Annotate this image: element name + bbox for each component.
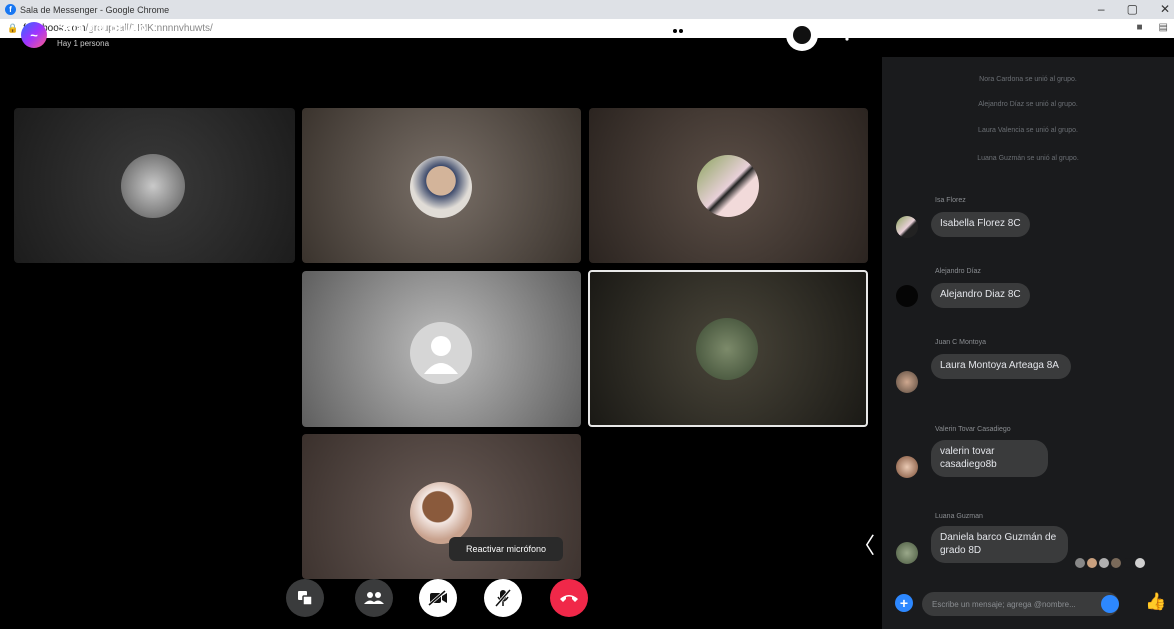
- message-bubble[interactable]: Laura Montoya Arteaga 8A: [931, 354, 1071, 379]
- minimize-button[interactable]: –: [1098, 2, 1105, 16]
- read-receipt-avatar: [1087, 558, 1097, 568]
- mic-muted-icon: [495, 589, 511, 607]
- screen-share-icon[interactable]: [709, 25, 723, 39]
- system-message: Laura Valencia se unió al grupo.: [978, 127, 1078, 134]
- video-tile-3[interactable]: [589, 108, 868, 263]
- message-sender: Luana Guzman: [935, 513, 983, 520]
- effects-icon[interactable]: [669, 25, 687, 37]
- video-tile-2[interactable]: [302, 108, 581, 263]
- system-message: Nora Cardona se unió al grupo.: [979, 76, 1077, 83]
- more-icon[interactable]: [845, 25, 849, 41]
- read-receipt-avatar: [1135, 558, 1145, 568]
- participant-avatar: [410, 156, 472, 218]
- gallery-icon: [298, 591, 313, 606]
- read-receipt-avatar: [1099, 558, 1109, 568]
- video-tile-5-active-speaker[interactable]: [588, 270, 868, 427]
- read-receipt-avatar: [1075, 558, 1085, 568]
- message-sender: Valerin Tovar Casadiego: [935, 426, 1011, 433]
- title-row: f Sala de Messenger - Google Chrome – ▢ …: [0, 0, 1174, 19]
- video-switch-icon[interactable]: [752, 25, 770, 37]
- microphone-toggle-button[interactable]: [484, 579, 522, 617]
- chat-panel: Nora Cardona se unió al grupo. Alejandro…: [882, 57, 1174, 629]
- video-tile-1[interactable]: [14, 108, 295, 263]
- message-sender: Isa Florez: [935, 197, 966, 204]
- system-message: Luana Guzmán se unió al grupo.: [977, 155, 1079, 162]
- end-call-icon: [560, 595, 578, 602]
- gallery-view-button[interactable]: [286, 579, 324, 617]
- sender-avatar[interactable]: [896, 456, 918, 478]
- camera-toggle-button[interactable]: [419, 579, 457, 617]
- sender-avatar[interactable]: [896, 285, 918, 307]
- camera-indicator-icon[interactable]: ■: [1137, 22, 1143, 33]
- message-bubble[interactable]: Daniela barco Guzmán de grado 8D: [931, 526, 1068, 563]
- system-message: Alejandro Díaz se unió al grupo.: [978, 101, 1078, 108]
- participants-button[interactable]: [355, 579, 393, 617]
- participant-avatar: [696, 318, 758, 380]
- more-actions-plus-icon[interactable]: +: [895, 594, 913, 612]
- read-receipt-avatar: [1123, 558, 1133, 568]
- participants-icon: [364, 592, 384, 604]
- read-receipt-avatar: [1111, 558, 1121, 568]
- lock-icon[interactable]: 🔒: [7, 23, 18, 34]
- message-bubble[interactable]: Alejandro Diaz 8C: [931, 283, 1030, 308]
- read-receipts: [1075, 558, 1145, 568]
- end-call-button[interactable]: [550, 579, 588, 617]
- participant-avatar: [121, 154, 185, 218]
- message-bubble[interactable]: Isabella Florez 8C: [931, 212, 1030, 237]
- unmute-tooltip: Reactivar micrófono: [449, 537, 563, 561]
- extension-icons: ■ ▤: [1137, 22, 1169, 33]
- video-tile-empty: [14, 270, 295, 427]
- extension-icon[interactable]: ▤: [1159, 22, 1168, 33]
- restore-button[interactable]: ▢: [1127, 2, 1138, 16]
- message-sender: Alejandro Díaz: [935, 268, 981, 275]
- sender-avatar[interactable]: [896, 371, 918, 393]
- thumbs-up-icon[interactable]: 👍: [1145, 592, 1166, 612]
- room-messenger-icon: ~: [21, 22, 47, 48]
- messenger-favicon: f: [5, 4, 16, 15]
- message-input[interactable]: [922, 592, 1119, 616]
- default-avatar-icon: [410, 322, 472, 384]
- participant-avatar: [697, 155, 759, 217]
- message-sender: Juan C Montoya: [935, 339, 986, 346]
- sender-avatar[interactable]: [896, 216, 918, 238]
- close-window-button[interactable]: ✕: [1160, 2, 1170, 16]
- collapse-chat-chevron-icon[interactable]: 〈: [853, 528, 875, 560]
- window-controls: – ▢ ✕: [1098, 2, 1170, 16]
- video-tile-4[interactable]: [302, 271, 581, 427]
- record-icon[interactable]: [786, 19, 818, 51]
- camera-off-icon: [428, 590, 447, 606]
- room-title: Sala del grupo: [57, 20, 147, 35]
- participant-avatar: [410, 482, 472, 544]
- browser-window-titlebar: f Sala de Messenger - Google Chrome – ▢ …: [0, 0, 1174, 38]
- sender-avatar[interactable]: [896, 542, 918, 564]
- message-bubble[interactable]: valerin tovar casadiego8b: [931, 440, 1048, 477]
- address-bar[interactable]: 🔒 facebook.com/groupcall/LINK:nnnnvhuwts…: [0, 19, 1174, 38]
- emoji-icon[interactable]: [1101, 595, 1119, 613]
- window-title: Sala de Messenger - Google Chrome: [20, 4, 170, 15]
- room-participant-count: Hay 1 persona: [57, 39, 110, 48]
